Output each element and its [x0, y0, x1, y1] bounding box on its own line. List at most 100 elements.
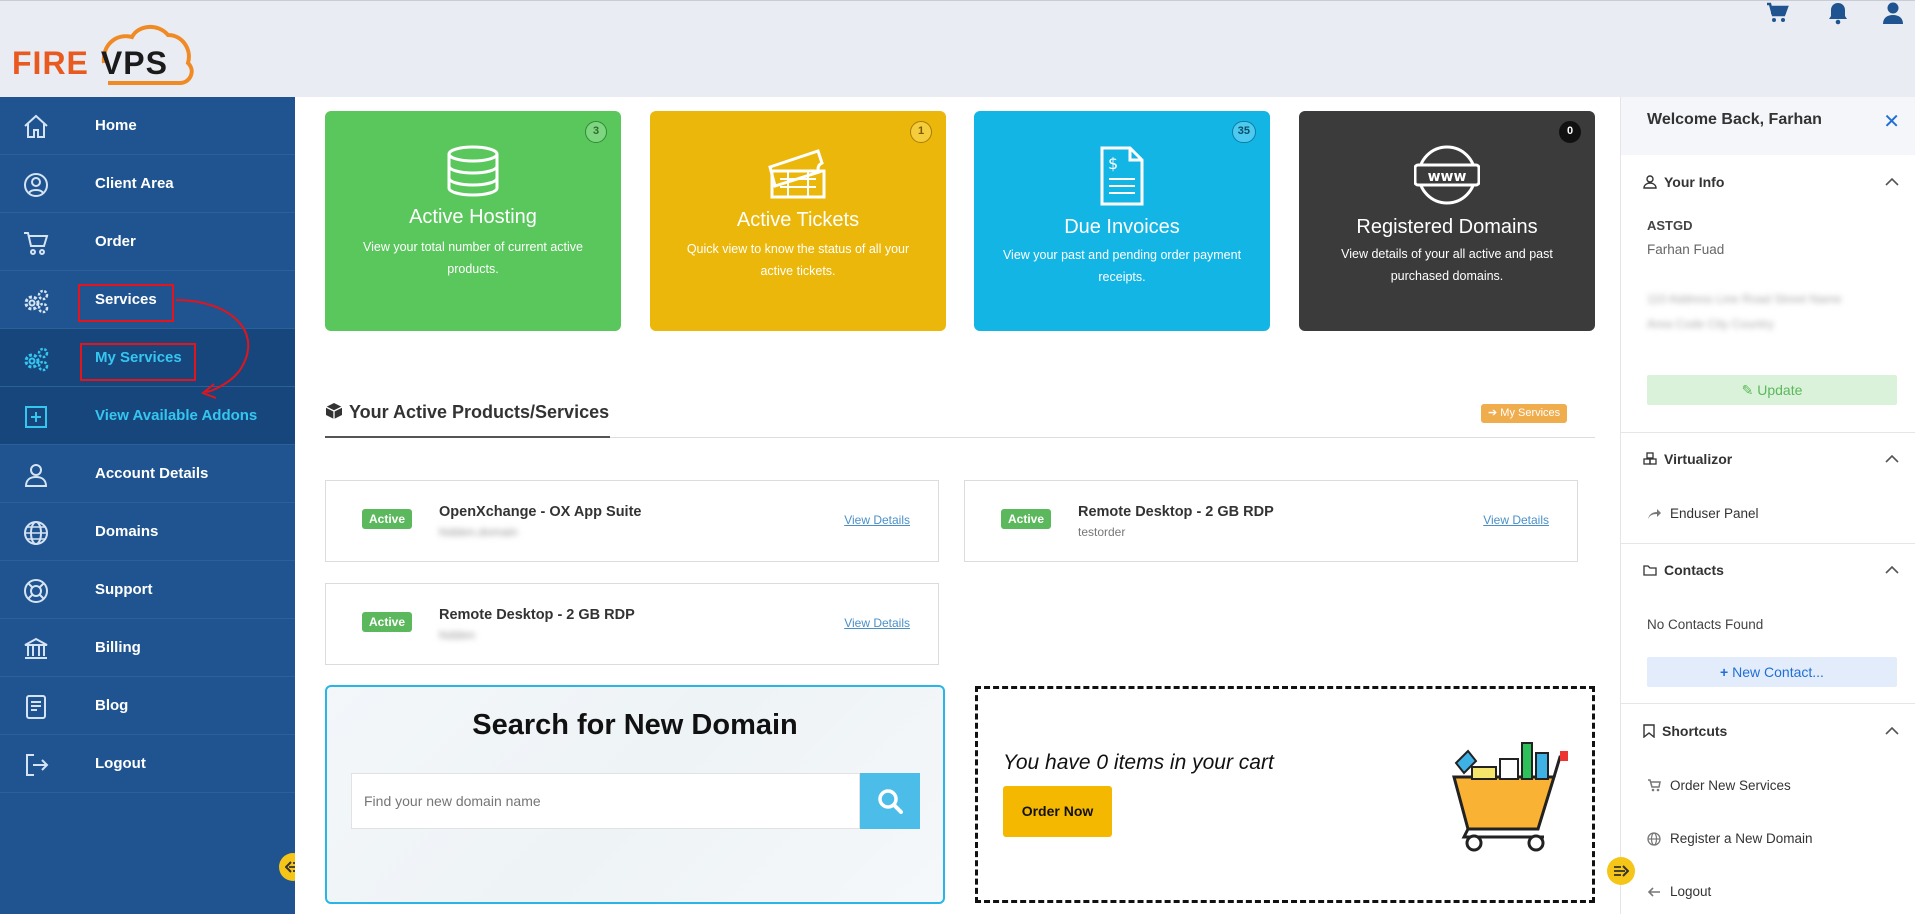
count-badge: 35	[1231, 121, 1256, 143]
cubes-icon	[1643, 452, 1657, 465]
service-card: Active Remote Desktop - 2 GB RDP hidden …	[325, 583, 939, 665]
database-icon	[447, 145, 499, 197]
logo-fire-text: FIRE	[12, 45, 89, 81]
service-name: OpenXchange - OX App Suite	[439, 504, 642, 520]
service-name: Remote Desktop - 2 GB RDP	[1078, 504, 1274, 520]
tile-title: Active Hosting	[409, 206, 537, 228]
tile-registered-domains[interactable]: 0 www Registered Domains View details of…	[1299, 111, 1595, 331]
tile-title: Due Invoices	[1064, 216, 1180, 238]
shortcut-register-domain[interactable]: Register a New Domain	[1647, 831, 1813, 846]
sidebar-item-domains[interactable]: Domains	[0, 503, 295, 561]
user-icon	[24, 464, 48, 487]
sidebar-item-blog[interactable]: Blog	[0, 677, 295, 735]
cart-panel: You have 0 items in your cart Order Now	[975, 686, 1595, 903]
welcome-bar: Welcome Back, Farhan ✕	[1621, 97, 1915, 155]
globe-icon	[24, 521, 48, 545]
service-domain: hidden.domain	[439, 525, 518, 539]
view-details-link[interactable]: View Details	[844, 513, 910, 527]
sidebar-item-label: View Available Addons	[95, 407, 258, 424]
update-button[interactable]: ✎ Update	[1647, 375, 1897, 405]
sidebar-item-label: Home	[95, 117, 137, 134]
divider-accent	[325, 436, 610, 438]
gears-icon	[24, 289, 49, 314]
user-circle-icon	[24, 173, 48, 197]
count-badge: 1	[910, 121, 932, 143]
order-now-button[interactable]: Order Now	[1003, 786, 1112, 837]
chevron-up-icon[interactable]	[1885, 726, 1899, 736]
no-contacts-text: No Contacts Found	[1647, 617, 1764, 632]
bank-icon	[24, 637, 48, 659]
sidebar-item-label: Blog	[95, 697, 129, 714]
lifebuoy-icon	[24, 579, 48, 603]
sidebar-item-billing[interactable]: Billing	[0, 619, 295, 677]
sidebar-item-label: Client Area	[95, 175, 174, 192]
status-badge: Active	[362, 509, 413, 529]
user-full-name: Farhan Fuad	[1647, 242, 1725, 257]
new-contact-button[interactable]: + New Contact...	[1647, 657, 1897, 687]
domain-search-title: Search for New Domain	[472, 709, 798, 741]
tile-description: Quick view to know the status of all you…	[686, 242, 910, 278]
sidebar-item-client-area[interactable]: Client Area	[0, 155, 295, 213]
tile-due-invoices[interactable]: 35 $ Due Invoices View your past and pen…	[974, 111, 1270, 331]
chevron-up-icon[interactable]	[1885, 177, 1899, 187]
enduser-panel-link[interactable]: Enduser Panel	[1647, 506, 1759, 521]
main-content: 3 Active Hosting View your total number …	[295, 97, 1620, 914]
domain-search-button[interactable]	[860, 773, 920, 829]
folder-icon	[1643, 565, 1657, 576]
logo-vps-text: VPS	[100, 45, 168, 81]
shortcuts-header[interactable]: Shortcuts	[1643, 723, 1727, 739]
service-domain: hidden	[439, 628, 476, 642]
domain-search-input[interactable]	[351, 773, 860, 829]
sidebar-item-account-details[interactable]: Account Details	[0, 445, 295, 503]
sidebar-item-support[interactable]: Support	[0, 561, 295, 619]
company-name: ASTGD	[1647, 218, 1693, 233]
shortcut-logout[interactable]: Logout	[1647, 884, 1711, 899]
count-badge: 3	[585, 121, 607, 143]
view-details-link[interactable]: View Details	[844, 616, 910, 630]
tile-description: View details of your all active and past…	[1341, 247, 1553, 283]
your-info-header[interactable]: Your Info	[1643, 174, 1724, 190]
bell-icon[interactable]	[1827, 1, 1853, 27]
shopping-cart-illustration	[1452, 742, 1568, 852]
arrow-left-icon	[1647, 886, 1660, 897]
ticket-icon	[768, 149, 826, 199]
sidebar-item-logout[interactable]: Logout	[0, 735, 295, 793]
cart-icon	[1648, 779, 1661, 792]
close-icon[interactable]: ✕	[1883, 109, 1900, 134]
search-icon	[878, 789, 903, 814]
fire-vps-logo[interactable]: FIRE VPS	[12, 23, 202, 85]
annotation-arrow-icon	[175, 299, 250, 399]
user-icon	[1643, 175, 1657, 189]
book-icon	[26, 695, 46, 719]
view-details-link[interactable]: View Details	[1483, 513, 1549, 527]
shortcut-order-new-services[interactable]: Order New Services	[1647, 778, 1791, 793]
tile-active-hosting[interactable]: 3 Active Hosting View your total number …	[325, 111, 621, 331]
chevron-up-icon[interactable]	[1885, 565, 1899, 575]
my-services-button[interactable]: ➔ My Services	[1481, 404, 1568, 423]
right-panel: Welcome Back, Farhan ✕ Your Info ASTGD F…	[1607, 97, 1915, 914]
top-header: FIRE VPS	[0, 0, 1915, 97]
tile-active-tickets[interactable]: 1 Active Tickets Quick view to know the …	[650, 111, 946, 331]
virtualizor-header[interactable]: Virtualizor	[1643, 451, 1732, 467]
cart-status-text: You have 0 items in your cart	[1003, 751, 1274, 774]
user-icon[interactable]	[1882, 1, 1908, 27]
cart-icon[interactable]	[1765, 1, 1791, 27]
contacts-header[interactable]: Contacts	[1643, 562, 1724, 578]
sidebar-item-label: Account Details	[95, 465, 209, 482]
svg-text:$: $	[1108, 154, 1118, 173]
gears-icon	[24, 347, 49, 372]
sidebar: Home Client Area Order Services My Servi…	[0, 97, 307, 914]
sidebar-item-order[interactable]: Order	[0, 213, 295, 271]
chevron-up-icon[interactable]	[1885, 454, 1899, 464]
address-blurred: 110 Address Line Road Street Name Area C…	[1647, 292, 1842, 331]
tile-description: View your total number of current active…	[362, 240, 583, 276]
tile-title: Registered Domains	[1356, 216, 1538, 238]
right-panel-toggle-button[interactable]	[1607, 857, 1635, 885]
sidebar-item-home[interactable]: Home	[0, 97, 295, 155]
domain-search-panel: Search for New Domain	[325, 685, 945, 904]
tile-description: View your past and pending order payment…	[1002, 248, 1242, 284]
bookmark-icon	[1643, 724, 1655, 738]
service-domain: testorder	[1078, 525, 1126, 539]
logout-icon	[26, 754, 49, 776]
tile-title: Active Tickets	[736, 209, 860, 231]
